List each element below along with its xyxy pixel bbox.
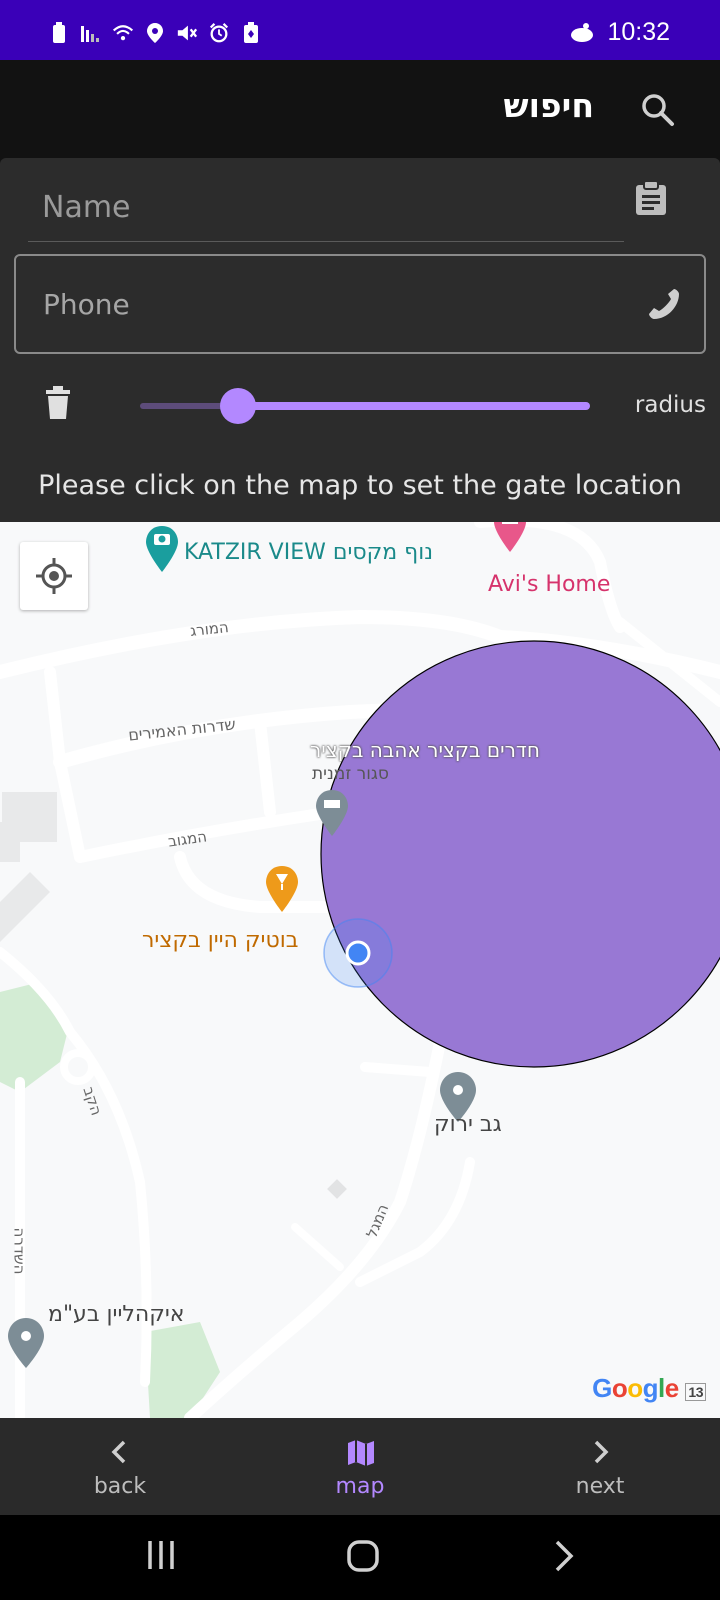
chevron-left-icon xyxy=(111,1440,126,1464)
current-location-dot xyxy=(345,940,371,966)
home-icon[interactable] xyxy=(346,1539,380,1573)
wifi-icon xyxy=(112,25,134,41)
poi-gav-yarok[interactable]: גב ירוק xyxy=(434,1112,502,1137)
poi-hotel-title[interactable]: חדרים בקציר אהבה בקציר xyxy=(310,738,540,762)
park-area xyxy=(0,982,70,1092)
nav-next[interactable]: next xyxy=(480,1418,720,1515)
status-time: 10:32 xyxy=(607,18,670,46)
battery-saver-icon xyxy=(244,22,258,43)
poi-ikaliyin[interactable]: איקהליין בע"מ xyxy=(48,1302,185,1327)
my-location-button[interactable] xyxy=(20,542,88,610)
street-label: השדרה xyxy=(10,1227,29,1275)
radius-label: radius xyxy=(634,392,706,418)
poi-wine-boutique[interactable]: בוטיק היין בקציר xyxy=(142,928,298,953)
poi-hotel-status: סגור זמנית xyxy=(312,764,389,784)
back-icon[interactable] xyxy=(552,1539,576,1573)
search-icon[interactable] xyxy=(640,92,676,128)
map-canvas xyxy=(0,522,720,1418)
phone-placeholder: Phone xyxy=(43,288,130,321)
poi-katzir-view[interactable]: KATZIR VIEW נוף מקסים xyxy=(184,540,433,565)
poi-avis-home[interactable]: Avi's Home xyxy=(488,572,610,597)
nav-back[interactable]: back xyxy=(0,1418,240,1515)
hotel-pin-icon xyxy=(494,522,526,552)
google-logo: Google 13 xyxy=(592,1373,706,1404)
phone-icon xyxy=(649,289,679,319)
location-pin-icon xyxy=(8,1318,44,1368)
location-icon xyxy=(147,23,163,43)
status-bar: 10:32 xyxy=(0,0,720,60)
alarm-icon xyxy=(209,23,229,43)
nav-map[interactable]: map xyxy=(240,1418,480,1515)
nav-map-label: map xyxy=(335,1474,385,1499)
small-building xyxy=(327,1179,347,1199)
system-navigation-bar xyxy=(0,1515,720,1600)
building xyxy=(0,822,20,862)
nav-next-label: next xyxy=(575,1474,625,1499)
phone-field[interactable]: Phone xyxy=(14,254,706,354)
notification-icon xyxy=(571,22,594,42)
map-attribution-suffix: 13 xyxy=(685,1383,706,1401)
roundabout xyxy=(60,1049,96,1085)
trash-icon[interactable] xyxy=(44,386,72,420)
clipboard-icon[interactable] xyxy=(634,180,668,216)
map-view[interactable]: KATZIR VIEW נוף מקסים Avi's Home המורג ש… xyxy=(0,522,720,1418)
page-title: חיפוש xyxy=(503,86,594,125)
building xyxy=(0,872,50,942)
bottom-navigation: back map next xyxy=(0,1418,720,1515)
battery-icon xyxy=(53,22,65,43)
gate-form-panel: Name Phone radius Please click on the ma… xyxy=(0,158,720,522)
nav-back-label: back xyxy=(93,1474,147,1499)
slider-thumb[interactable] xyxy=(220,388,256,424)
app-bar: חיפוש xyxy=(0,60,720,158)
camera-pin-icon xyxy=(146,526,178,572)
signal-icon xyxy=(81,26,99,42)
chevron-right-icon xyxy=(594,1440,609,1464)
slider-track-active xyxy=(238,402,590,410)
name-placeholder: Name xyxy=(42,190,131,225)
mute-icon xyxy=(177,25,198,41)
my-location-icon xyxy=(36,558,72,594)
status-icons xyxy=(48,22,262,44)
map-icon xyxy=(348,1440,374,1466)
recents-icon[interactable] xyxy=(146,1539,176,1571)
name-field[interactable]: Name xyxy=(28,178,624,242)
map-hint-text: Please click on the map to set the gate … xyxy=(38,470,682,501)
radius-slider[interactable] xyxy=(140,386,590,426)
